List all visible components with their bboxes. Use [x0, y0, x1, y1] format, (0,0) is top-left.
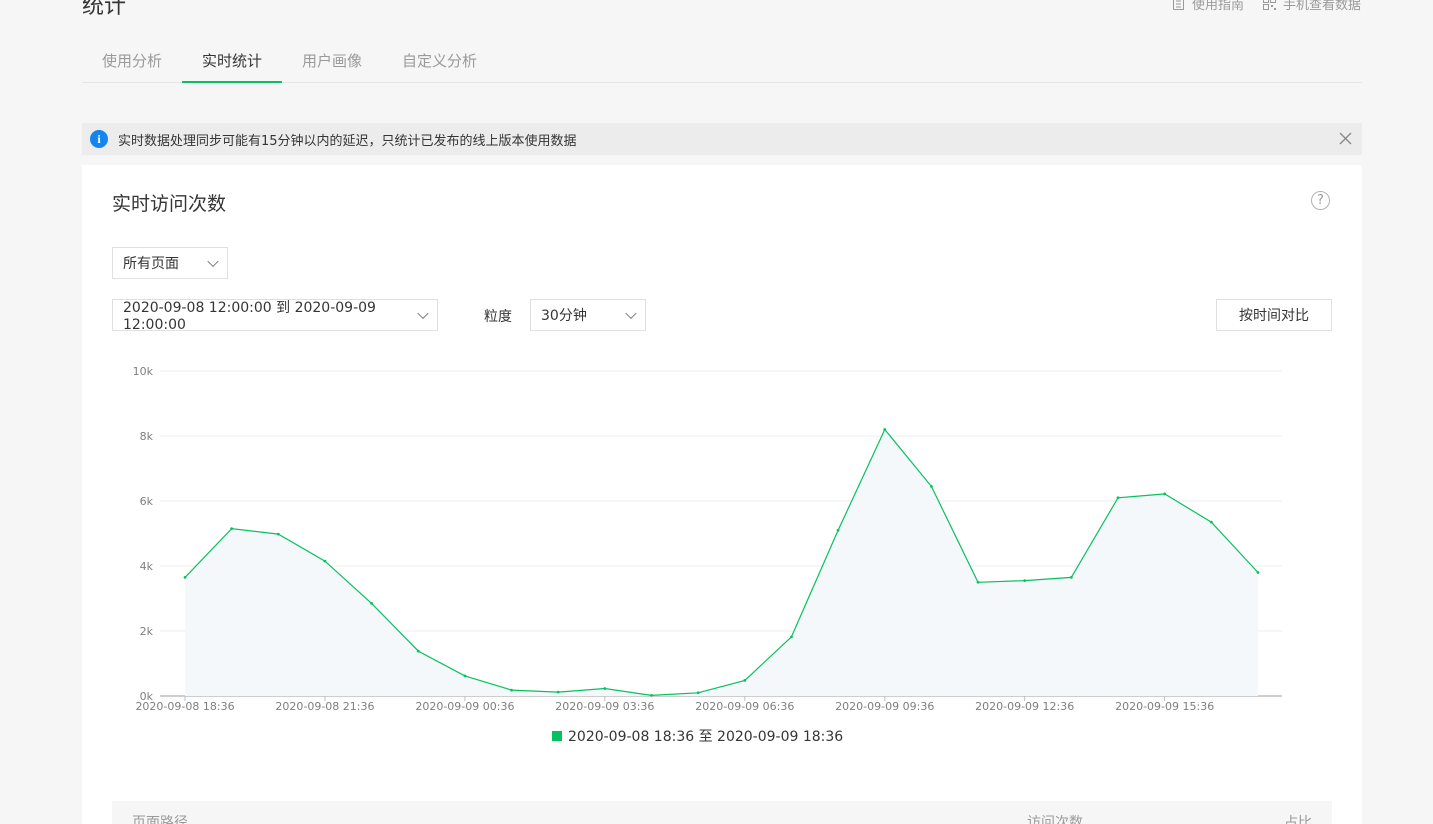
x-tick-label: 2020-09-09 15:36: [1115, 700, 1214, 713]
legend-label: 2020-09-08 18:36 至 2020-09-09 18:36: [568, 729, 844, 745]
series-area: [185, 429, 1258, 696]
data-point: [370, 601, 373, 605]
data-point: [650, 693, 653, 697]
y-tick-label: 6k: [140, 495, 154, 508]
x-tick-label: 2020-09-09 03:36: [555, 700, 654, 713]
data-point: [603, 687, 607, 690]
y-tick-label: 2k: [140, 625, 154, 638]
data-point: [183, 575, 187, 579]
table-header: 页面路径 访问次数 占比: [112, 801, 1332, 824]
data-point: [790, 635, 793, 639]
data-point: [230, 527, 234, 531]
data-point: [510, 688, 513, 692]
data-point: [836, 528, 840, 532]
data-point: [463, 674, 467, 678]
x-tick-label: 2020-09-09 09:36: [835, 700, 934, 713]
y-tick-label: 10k: [133, 365, 154, 378]
data-point: [1163, 492, 1167, 496]
visits-chart: 0k2k4k6k8k10k2020-09-08 18:36 2020-09-08 …: [133, 365, 1282, 713]
data-point: [416, 649, 420, 653]
data-point: [1023, 579, 1027, 583]
x-tick-label: 2020-09-09 00:36: [415, 700, 514, 713]
x-tick-label: 2020-09-09 06:36: [695, 700, 794, 713]
data-point: [276, 532, 280, 536]
col-page-path: 页面路径: [132, 815, 188, 824]
data-point: [323, 559, 327, 563]
y-tick-label: 4k: [140, 560, 154, 573]
col-ratio: 占比: [1284, 815, 1312, 824]
data-point: [696, 691, 700, 695]
x-tick-label: 2020-09-09 12:36: [975, 700, 1074, 713]
data-point: [556, 690, 560, 694]
data-point: [743, 679, 747, 682]
legend-swatch: [552, 731, 562, 741]
y-tick-label: 8k: [140, 430, 154, 443]
col-visits: 访问次数: [1027, 815, 1083, 824]
data-point: [883, 428, 887, 431]
data-point: [1116, 496, 1120, 500]
data-point: [1069, 575, 1073, 579]
chart-legend[interactable]: 2020-09-08 18:36 至 2020-09-09 18:36: [552, 726, 843, 746]
data-point: [1209, 520, 1213, 524]
data-point: [1256, 571, 1260, 574]
data-point: [976, 580, 980, 584]
data-point: [930, 484, 933, 488]
x-tick-label: 2020-09-08 18:36: [135, 700, 234, 713]
x-tick-label: 2020-09-08 21:36: [275, 700, 374, 713]
